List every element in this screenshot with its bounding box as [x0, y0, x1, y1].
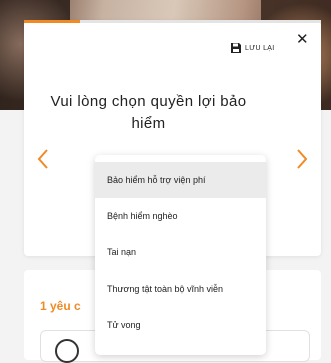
progress-bar-track [80, 20, 321, 23]
dropdown-item-hospital-support[interactable]: Bảo hiểm hỗ trợ viện phí [95, 162, 266, 198]
dropdown-item-death[interactable]: Tử vong [95, 307, 266, 343]
dropdown-item-accident[interactable]: Tai nạn [95, 234, 266, 270]
chevron-right-icon[interactable] [295, 148, 309, 170]
benefit-dropdown-menu: Bảo hiểm hỗ trợ viện phí Bệnh hiểm nghèo… [95, 155, 266, 355]
progress-bar-fill [24, 20, 80, 23]
dropdown-item-critical-illness[interactable]: Bệnh hiểm nghèo [95, 198, 266, 234]
request-count-label: 1 yêu c [40, 299, 81, 313]
save-button[interactable]: LƯU LẠI [230, 42, 274, 54]
benefit-prompt-title: Vui lòng chọn quyền lợi bảo hiểm [50, 93, 247, 132]
close-icon[interactable]: ✕ [296, 32, 309, 47]
floppy-disk-icon [231, 43, 241, 53]
dropdown-item-permanent-disability[interactable]: Thương tật toàn bộ vĩnh viễn [95, 271, 266, 307]
save-button-label: LƯU LẠI [245, 44, 275, 52]
chevron-left-icon[interactable] [36, 148, 50, 170]
radio-icon[interactable] [55, 339, 79, 363]
